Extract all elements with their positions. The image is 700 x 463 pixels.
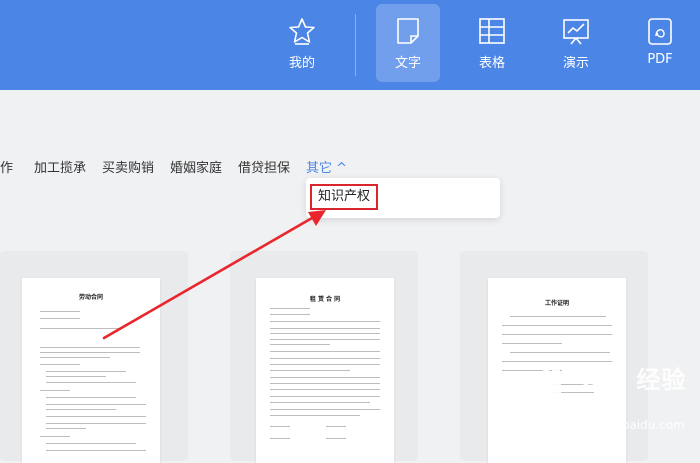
document-icon	[397, 18, 419, 44]
table-icon	[479, 18, 505, 44]
nav-spreadsheet-label: 表格	[478, 56, 505, 71]
nav-spreadsheet[interactable]: 表格	[460, 4, 524, 82]
category-tab-processing[interactable]: 加工揽承	[34, 157, 86, 176]
template-card-lease-contract[interactable]: 租 赁 合 同	[230, 251, 418, 463]
nav-pdf[interactable]: PDF	[628, 4, 692, 82]
template-card-labor-contract[interactable]: 劳动合同	[0, 251, 188, 463]
star-icon	[289, 18, 315, 45]
category-tab-sales[interactable]: 买卖购销	[102, 157, 154, 176]
document-title: 租 赁 合 同	[309, 296, 341, 303]
paw-logo-icon	[537, 365, 569, 396]
category-tab-more[interactable]: 其它 ^	[306, 157, 347, 176]
baidu-watermark: Bai 经验	[536, 360, 686, 399]
nav-divider	[355, 14, 356, 76]
category-tab-marriage[interactable]: 婚姻家庭	[170, 157, 222, 176]
top-navigation-bar: 我的 文字 表格 演示 PDF	[0, 0, 700, 90]
more-categories-dropdown: 知识产权	[306, 178, 500, 218]
nav-my-label: 我的	[288, 56, 315, 71]
dropdown-item-intellectual-property[interactable]: 知识产权	[310, 184, 379, 210]
nav-writer-label: 文字	[394, 56, 421, 71]
pdf-icon	[648, 18, 672, 45]
nav-pdf-label: PDF	[647, 52, 673, 67]
category-tab-loans[interactable]: 借贷担保	[238, 157, 290, 176]
nav-presentation[interactable]: 演示	[544, 4, 608, 82]
document-preview: 劳动合同	[22, 278, 160, 463]
category-tab-work[interactable]: 作	[0, 157, 13, 176]
nav-my[interactable]: 我的	[270, 4, 334, 82]
nav-presentation-label: 演示	[562, 56, 589, 71]
document-title: 劳动合同	[78, 294, 103, 301]
presentation-icon	[563, 19, 589, 45]
watermark-text: Bai 经验	[581, 366, 687, 394]
watermark-url: jingyan.baidu.com	[574, 418, 685, 432]
nav-writer[interactable]: 文字	[376, 4, 440, 82]
document-title: 工作证明	[544, 300, 569, 307]
document-preview: 租 赁 合 同	[256, 278, 394, 463]
